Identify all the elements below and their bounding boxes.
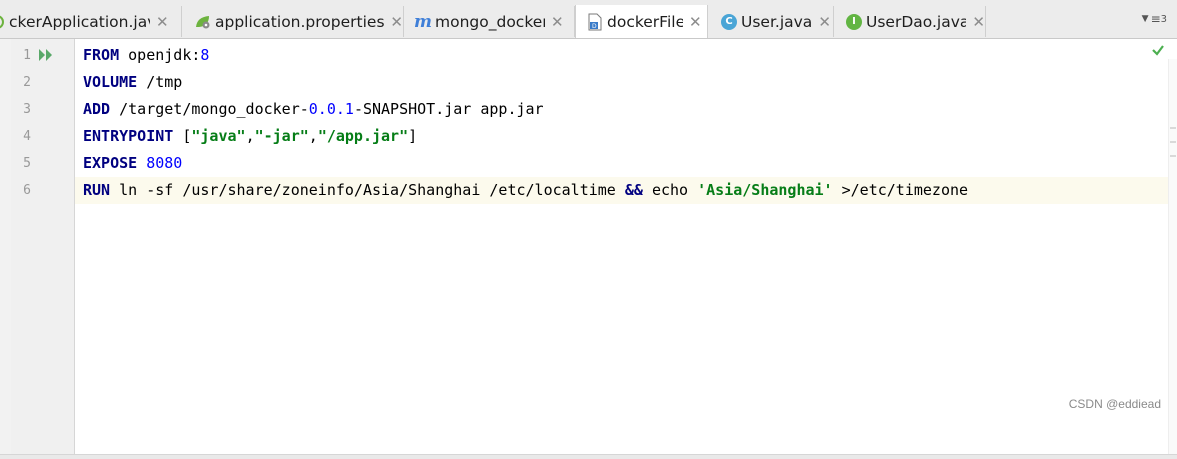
code-area[interactable]: FROM openjdk:8 VOLUME /tmp ADD /target/mon… bbox=[75, 39, 1169, 454]
line-number: 4 bbox=[23, 129, 31, 144]
scroll-marker bbox=[1170, 155, 1176, 157]
code-token: echo bbox=[642, 181, 698, 199]
code-token: [ bbox=[173, 127, 192, 145]
code-token: , bbox=[245, 127, 255, 145]
code-line[interactable]: ADD /target/mongo_docker-0.0.1-SNAPSHOT.… bbox=[75, 96, 1169, 123]
line-gutter: 1 2 3 4 5 6 bbox=[11, 39, 75, 454]
scroll-marker bbox=[1170, 141, 1176, 143]
code-token: ln -sf /usr/share/zoneinfo/Asia/Shanghai… bbox=[110, 181, 625, 199]
tab-mongo-docker[interactable]: m mongo_docker ✕ bbox=[404, 6, 575, 37]
svg-text:D: D bbox=[592, 23, 597, 30]
code-token: VOLUME bbox=[83, 73, 138, 91]
tab-list-icon: ≡ bbox=[1150, 12, 1161, 26]
tab-application-properties[interactable]: application.properties ✕ bbox=[182, 6, 404, 37]
code-token: , bbox=[308, 127, 318, 145]
tab-label: User.java bbox=[741, 12, 813, 31]
line-number: 3 bbox=[23, 102, 31, 117]
hidden-tab-count: 3 bbox=[1160, 13, 1167, 25]
line-number: 1 bbox=[23, 48, 31, 63]
dockerfile-icon: D bbox=[586, 13, 604, 31]
scroll-marker bbox=[1170, 127, 1176, 129]
code-line[interactable]: FROM openjdk:8 bbox=[75, 42, 1169, 69]
code-line[interactable]: ENTRYPOINT ["java","-jar","/app.jar"] bbox=[75, 123, 1169, 150]
tab-list-button[interactable]: ▼ ≡ 3 bbox=[1142, 12, 1167, 26]
close-icon[interactable]: ✕ bbox=[972, 13, 985, 31]
tab-label: UserDao.java bbox=[866, 12, 967, 31]
editor-tab-bar: ckerApplication.java ✕ application.prope… bbox=[0, 0, 1177, 39]
tab-user-java[interactable]: C User.java ✕ bbox=[708, 6, 834, 37]
code-token: "/app.jar" bbox=[317, 127, 409, 145]
class-icon: C bbox=[720, 13, 738, 31]
tab-label: application.properties bbox=[215, 12, 385, 31]
code-token: ] bbox=[408, 127, 418, 145]
close-icon[interactable]: ✕ bbox=[390, 13, 403, 31]
line-number: 5 bbox=[23, 156, 31, 171]
close-icon[interactable]: ✕ bbox=[689, 13, 702, 31]
spring-boot-icon bbox=[0, 13, 6, 31]
interface-icon: I bbox=[845, 13, 863, 31]
tab-label: dockerFile bbox=[607, 13, 683, 31]
code-token: ENTRYPOINT bbox=[83, 127, 174, 145]
code-token: -SNAPSHOT.jar app.jar bbox=[353, 100, 544, 118]
code-token: /target/mongo_docker- bbox=[110, 100, 309, 118]
code-token: 0.0.1 bbox=[308, 100, 354, 118]
spring-config-icon bbox=[194, 13, 212, 31]
code-token: 8080 bbox=[146, 154, 183, 172]
line-number: 2 bbox=[23, 75, 31, 90]
code-token: /tmp bbox=[137, 73, 183, 91]
check-icon bbox=[1152, 45, 1164, 56]
code-token: openjdk: bbox=[119, 46, 201, 64]
tab-label: mongo_docker bbox=[435, 12, 545, 31]
tab-dockerfile[interactable]: D dockerFile ✕ bbox=[575, 5, 708, 38]
close-icon[interactable]: ✕ bbox=[818, 13, 831, 31]
code-token: FROM bbox=[83, 46, 120, 64]
tab-docker-application[interactable]: ckerApplication.java ✕ bbox=[0, 6, 182, 37]
code-token: "java" bbox=[191, 127, 246, 145]
code-token: RUN bbox=[83, 181, 111, 199]
vertical-scrollbar[interactable] bbox=[1168, 59, 1177, 454]
code-line[interactable]: VOLUME /tmp bbox=[75, 69, 1169, 96]
code-token: >/etc/timezone bbox=[832, 181, 969, 199]
code-token: 'Asia/Shanghai' bbox=[697, 181, 833, 199]
maven-module-icon: m bbox=[414, 11, 432, 32]
code-line[interactable]: EXPOSE 8080 bbox=[75, 150, 1169, 177]
tab-list-icon: ▼ bbox=[1141, 14, 1149, 24]
tab-userdao-java[interactable]: I UserDao.java ✕ bbox=[834, 6, 986, 37]
close-icon[interactable]: ✕ bbox=[551, 13, 564, 31]
code-token: 8 bbox=[200, 46, 210, 64]
code-token: && bbox=[624, 181, 643, 199]
code-token: ADD bbox=[83, 100, 111, 118]
line-number: 6 bbox=[23, 183, 31, 198]
code-line[interactable]: RUN ln -sf /usr/share/zoneinfo/Asia/Shan… bbox=[75, 177, 1169, 204]
watermark: CSDN @eddiead bbox=[1068, 397, 1161, 411]
tab-label: ckerApplication.java bbox=[9, 12, 150, 31]
code-token: EXPOSE bbox=[83, 154, 138, 172]
code-editor[interactable]: 1 2 3 4 5 6 FROM openjdk:8 VOLUME /tmp ADD… bbox=[0, 39, 1177, 459]
run-icon[interactable] bbox=[38, 48, 54, 62]
close-icon[interactable]: ✕ bbox=[156, 13, 169, 31]
horizontal-scrollbar[interactable] bbox=[0, 454, 1177, 459]
code-token: "-jar" bbox=[254, 127, 309, 145]
